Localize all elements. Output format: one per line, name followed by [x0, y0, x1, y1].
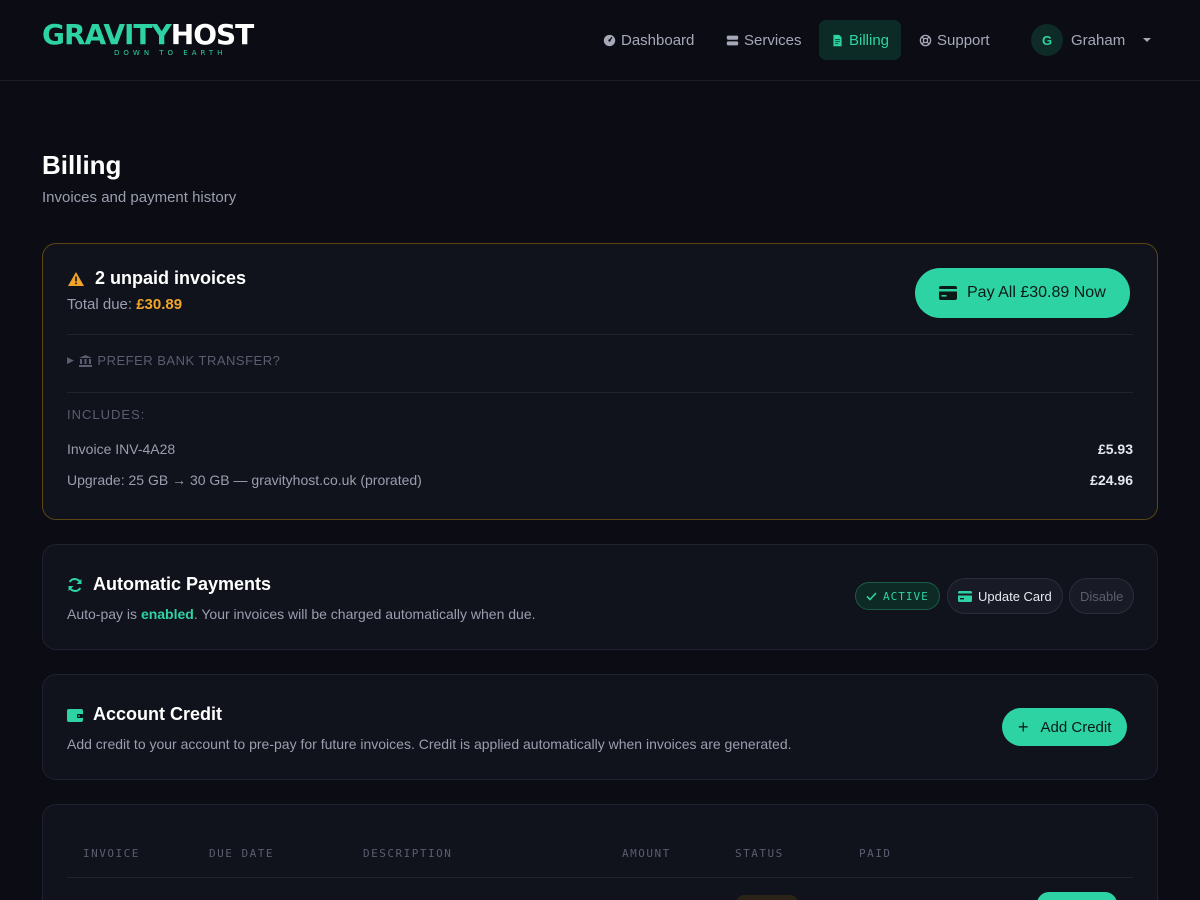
unpaid-header: 2 unpaid invoices — [67, 268, 246, 289]
nav-support[interactable]: Support — [907, 20, 1002, 60]
caret-right-icon: ▶ — [67, 355, 75, 365]
line-item-description: Invoice INV-4A28 — [67, 441, 176, 457]
lifebuoy-icon — [919, 34, 932, 46]
divider — [67, 392, 1133, 393]
account-credit-card: Account Credit Add credit to your accoun… — [42, 674, 1158, 780]
line-item: Invoice INV-4A28 £5.93 — [67, 441, 1133, 457]
autopay-description: Auto-pay is enabled. Your invoices will … — [67, 606, 536, 622]
credit-title: Account Credit — [93, 704, 223, 724]
nav-billing[interactable]: Billing — [819, 20, 902, 60]
nav-dashboard[interactable]: Dashboard — [591, 20, 706, 60]
bank-icon — [79, 354, 93, 367]
column-header-due-date: DUE DATE — [209, 847, 274, 860]
brand-name-part2: HOST — [170, 18, 255, 51]
pay-all-button[interactable]: Pay All £30.89 Now — [915, 268, 1130, 318]
autopay-header: Automatic Payments — [67, 574, 271, 595]
brand-wordmark: GRAVITYHOST — [42, 18, 255, 51]
bank-transfer-toggle[interactable]: ▶ PREFER BANK TRANSFER? — [67, 353, 280, 368]
autopay-title: Automatic Payments — [93, 574, 272, 594]
pay-all-label: Pay All £30.89 Now — [967, 284, 1106, 301]
column-header-status: STATUS — [735, 847, 784, 860]
status-badge: ACTIVE — [855, 582, 940, 610]
nav-services[interactable]: Services — [714, 20, 814, 60]
chevron-down-icon — [1143, 38, 1152, 42]
line-item-amount: £5.93 — [1097, 441, 1133, 457]
divider — [67, 334, 1133, 335]
update-card-label: Update Card — [978, 588, 1052, 604]
brand-name-part1: GRAVITY — [42, 18, 172, 51]
check-icon — [866, 591, 877, 601]
line-item-amount: £24.96 — [1090, 472, 1133, 488]
gauge-icon — [603, 34, 616, 46]
status-badge-label: ACTIVE — [883, 589, 929, 603]
includes-label: INCLUDES: — [67, 407, 146, 422]
column-header-paid: PAID — [859, 847, 892, 860]
line-item-description: Upgrade: 25 GB → 30 GB — gravityhost.co.… — [67, 472, 422, 488]
nav-billing-label: Billing — [849, 31, 890, 49]
table-header-divider — [67, 877, 1133, 878]
wallet-icon — [67, 708, 83, 722]
credit-description: Add credit to your account to pre-pay fo… — [67, 736, 792, 752]
top-navigation-bar: GRAVITYHOST DOWN TO EARTH Dashboard Serv… — [0, 0, 1200, 81]
nav-dashboard-label: Dashboard — [621, 31, 695, 49]
total-due-label: Total due: — [67, 296, 133, 313]
user-name: Graham — [1071, 31, 1126, 49]
autopay-state: enabled — [140, 606, 194, 622]
unpaid-invoices-card: 2 unpaid invoices Total due: £30.89 Pay … — [42, 243, 1158, 520]
column-header-invoice: INVOICE — [83, 847, 140, 860]
disable-autopay-label: Disable — [1080, 588, 1124, 604]
page-title: Billing — [42, 150, 122, 180]
refresh-icon — [68, 577, 82, 592]
nav-support-label: Support — [937, 31, 990, 49]
bank-transfer-label: PREFER BANK TRANSFER? — [97, 353, 281, 368]
document-icon — [833, 34, 842, 46]
avatar: G — [1031, 24, 1063, 56]
add-credit-button[interactable]: + Add Credit — [1002, 708, 1128, 746]
nav-services-label: Services — [744, 31, 802, 49]
column-header-amount: AMOUNT — [622, 847, 671, 860]
disable-autopay-button[interactable]: Disable — [1069, 578, 1135, 614]
status-badge — [736, 895, 798, 900]
credit-card-icon — [958, 590, 972, 602]
total-due-amount: £30.89 — [136, 296, 183, 313]
autopay-desc-prefix: Auto-pay is — [67, 606, 141, 622]
user-menu[interactable]: G Graham — [1031, 24, 1152, 56]
credit-header: Account Credit — [67, 704, 222, 725]
autopay-desc-suffix: . Your invoices will be charged automati… — [193, 606, 536, 622]
automatic-payments-card: Automatic Payments Auto-pay is enabled. … — [42, 544, 1158, 650]
page-subtitle: Invoices and payment history — [42, 189, 237, 206]
pay-invoice-button[interactable] — [1037, 892, 1117, 900]
total-due: Total due: £30.89 — [67, 296, 182, 313]
column-header-description: DESCRIPTION — [363, 847, 453, 860]
warning-icon — [68, 271, 84, 286]
server-icon — [726, 35, 739, 45]
plus-icon: + — [1018, 717, 1029, 737]
credit-card-icon — [939, 286, 957, 300]
invoices-table-card: INVOICE DUE DATE DESCRIPTION AMOUNT STAT… — [42, 804, 1158, 900]
brand-logo[interactable]: GRAVITYHOST DOWN TO EARTH — [42, 20, 254, 60]
add-credit-label: Add Credit — [1040, 718, 1112, 736]
update-card-button[interactable]: Update Card — [947, 578, 1063, 614]
unpaid-title: 2 unpaid invoices — [95, 268, 247, 288]
line-item: Upgrade: 25 GB → 30 GB — gravityhost.co.… — [67, 472, 1133, 488]
brand-tagline: DOWN TO EARTH — [114, 49, 227, 57]
